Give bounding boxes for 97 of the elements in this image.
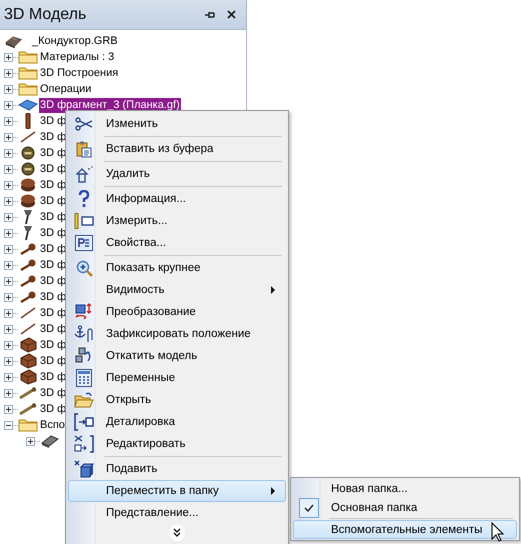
menu-item[interactable]: Удалить: [68, 163, 286, 185]
block-icon: [19, 337, 37, 353]
expand-icon[interactable]: [4, 308, 13, 318]
tree-item[interactable]: Вспо: [39, 418, 66, 432]
folder-icon: [18, 50, 38, 64]
expand-icon[interactable]: [4, 116, 13, 126]
panel-title: 3D Модель: [4, 6, 88, 24]
bolt-icon: [22, 225, 34, 241]
scissors-icon: [75, 117, 93, 131]
stick-icon: [20, 131, 36, 143]
pin-icon: [20, 275, 36, 287]
menu-item[interactable]: Вспомогательные элементы: [293, 520, 517, 539]
menu-item[interactable]: Переменные: [68, 367, 286, 389]
edit-icon: [74, 435, 94, 453]
close-icon[interactable]: [227, 10, 236, 19]
expand-icon[interactable]: [4, 244, 13, 254]
expand-icon[interactable]: [4, 148, 13, 158]
stick-icon: [20, 323, 36, 335]
expand-icon[interactable]: [4, 180, 13, 190]
expand-icon[interactable]: [4, 324, 13, 334]
expand-icon[interactable]: [4, 260, 13, 270]
expand-icon[interactable]: [4, 372, 13, 382]
suppress-cube-icon: [74, 460, 94, 478]
menu-item[interactable]: Зафиксировать положение: [68, 323, 286, 345]
anchor-paperclip-icon: [74, 325, 94, 343]
menu-item[interactable]: Переместить в папку: [68, 480, 286, 502]
bolt-icon: [22, 209, 34, 225]
expand-icon[interactable]: [4, 388, 13, 398]
expand-icon[interactable]: [4, 292, 13, 302]
tree-item[interactable]: _Кондуктор.GRB: [31, 34, 119, 48]
submenu-arrow-icon: [271, 286, 275, 294]
menu-item[interactable]: Измерить...: [68, 210, 286, 232]
expand-icon[interactable]: [4, 340, 13, 350]
open-folder-icon: [74, 392, 94, 408]
menu-item[interactable]: Новая папка...: [293, 479, 517, 498]
screw-icon: [19, 403, 37, 415]
menu-item[interactable]: Свойства...: [68, 232, 286, 254]
expand-icon[interactable]: [4, 276, 13, 286]
expand-icon[interactable]: [4, 164, 13, 174]
menu-item[interactable]: Редактировать: [68, 433, 286, 455]
menu-item[interactable]: Вставить из буфера: [68, 138, 286, 160]
properties-icon: [75, 235, 93, 251]
expand-icon[interactable]: [4, 100, 13, 110]
cubes-undo-icon: [75, 347, 93, 365]
menu-item[interactable]: Откатить модель: [68, 345, 286, 367]
rod-icon: [24, 113, 32, 129]
menu-item[interactable]: Открыть: [68, 389, 286, 411]
pin-icon: [20, 259, 36, 271]
tree-item[interactable]: Материалы : 3: [39, 50, 116, 64]
menu-item[interactable]: Преобразование: [68, 301, 286, 323]
zoom-in-icon: [76, 260, 92, 276]
screw-icon: [19, 387, 37, 399]
pin-icon[interactable]: [204, 10, 215, 20]
pin-icon: [20, 243, 36, 255]
tree-item[interactable]: 3D Построения: [39, 66, 120, 80]
folder-icon: [18, 66, 38, 80]
expand-icon[interactable]: [4, 196, 13, 206]
washer-icon: [21, 146, 35, 160]
menu-item[interactable]: Показать крупнее: [68, 257, 286, 279]
cylinder-icon: [20, 194, 36, 208]
assembly-icon: [4, 34, 24, 48]
ruler-icon: [74, 213, 94, 229]
tree-item[interactable]: Операции: [39, 82, 92, 96]
calculator-icon: [76, 369, 92, 387]
pin-icon: [20, 291, 36, 303]
menu-item[interactable]: Информация...: [68, 188, 286, 210]
clipboard-icon: [76, 140, 92, 158]
folder-icon: [18, 82, 38, 96]
question-mark-icon: [78, 190, 90, 208]
washer-icon: [21, 162, 35, 176]
detail-icon: [74, 413, 94, 431]
expand-icon[interactable]: [4, 84, 13, 94]
menu-item[interactable]: Деталировка: [68, 411, 286, 433]
folder-icon: [18, 418, 38, 432]
expand-more-icon[interactable]: [169, 525, 185, 541]
menu-item[interactable]: Видимость: [68, 279, 286, 301]
menu-item[interactable]: Основная папка: [293, 498, 517, 517]
expand-icon[interactable]: [4, 132, 13, 142]
expand-icon[interactable]: [4, 52, 13, 62]
block-icon: [19, 369, 37, 385]
cylinder-icon: [20, 178, 36, 192]
plate-icon: [18, 99, 38, 111]
menu-item[interactable]: Подавить: [68, 458, 286, 480]
menu-item[interactable]: Представление...: [68, 502, 286, 524]
menu-item[interactable]: Изменить: [68, 113, 286, 135]
stick-icon: [20, 307, 36, 319]
beam-icon: [41, 434, 59, 448]
expand-icon[interactable]: [4, 404, 13, 414]
expand-icon[interactable]: [26, 436, 35, 446]
expand-icon[interactable]: [4, 68, 13, 78]
block-icon: [19, 353, 37, 369]
expand-icon[interactable]: [4, 228, 13, 238]
cube-arrows-icon: [74, 303, 94, 321]
collapse-icon[interactable]: [4, 420, 13, 430]
expand-icon[interactable]: [4, 212, 13, 222]
expand-icon[interactable]: [4, 356, 13, 366]
submenu-arrow-icon: [271, 487, 275, 495]
